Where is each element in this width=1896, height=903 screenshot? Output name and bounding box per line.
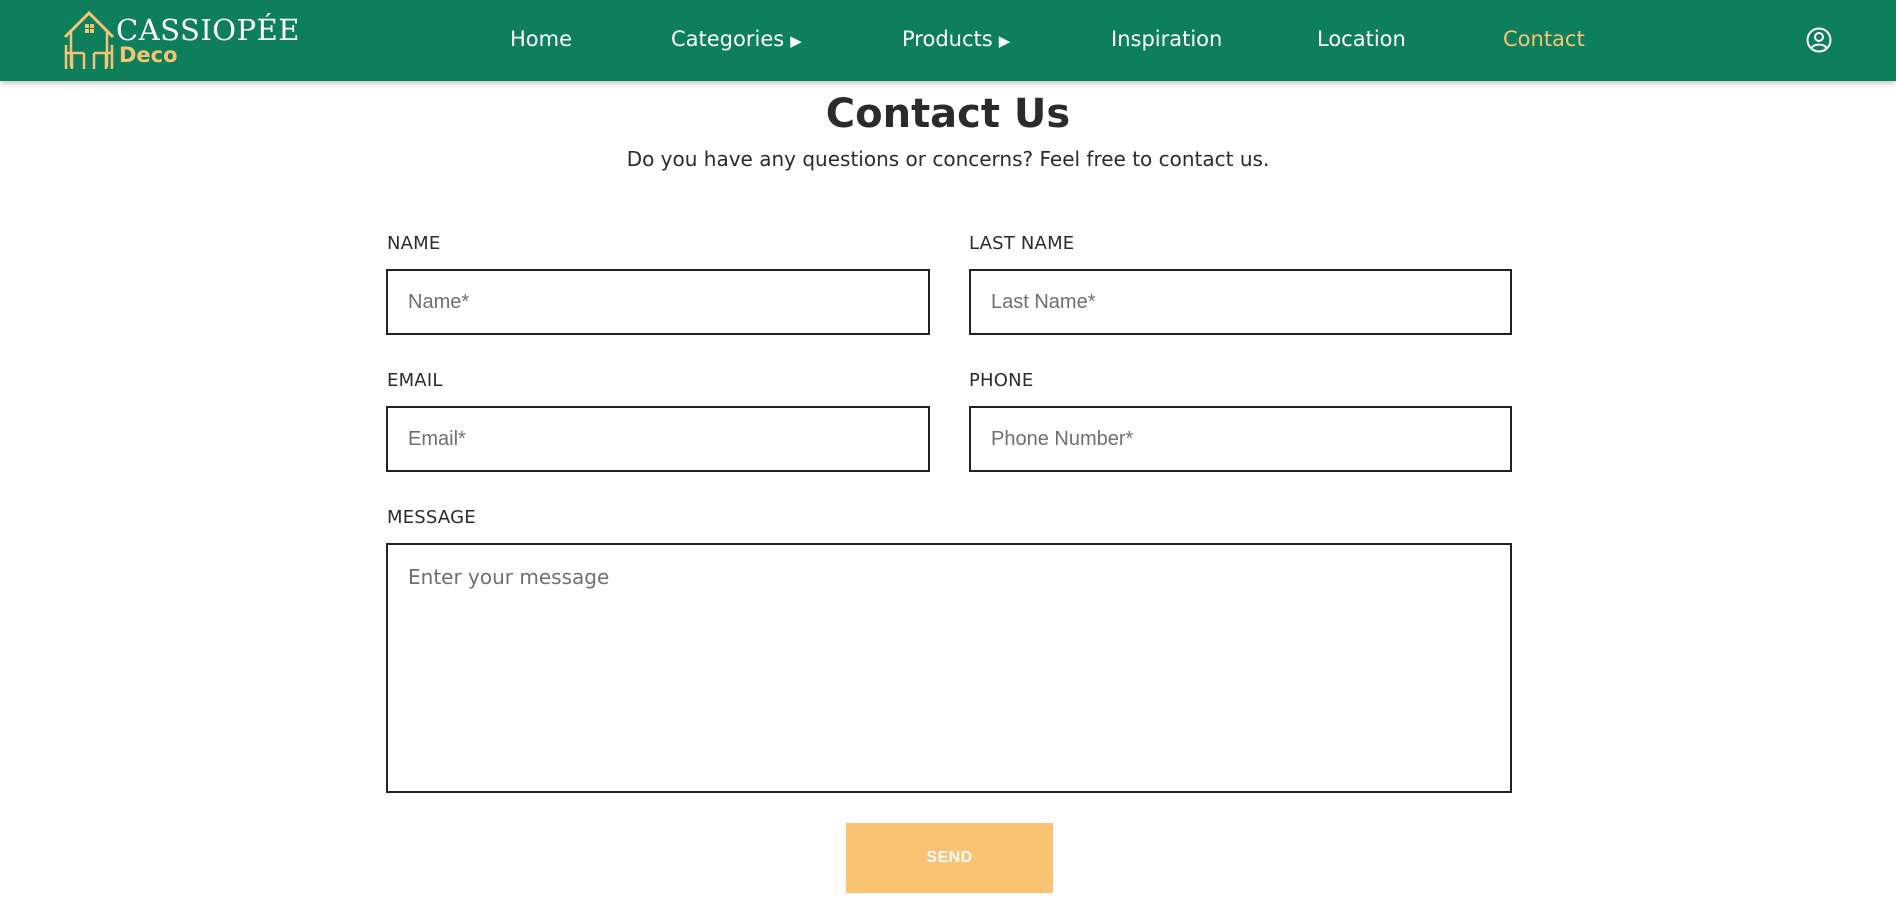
nav-item-label: Inspiration (1111, 27, 1223, 51)
email-input[interactable] (386, 406, 930, 472)
phone-label: PHONE (969, 370, 1034, 391)
brand-name: CASSIOPÉE (116, 13, 300, 47)
nav-item-label: Contact (1503, 27, 1585, 51)
message-textarea[interactable] (386, 543, 1512, 793)
phone-input[interactable] (969, 406, 1512, 472)
name-label: NAME (387, 233, 441, 254)
nav-item-contact[interactable]: Contact (1503, 0, 1585, 81)
page-subtitle: Do you have any questions or concerns? F… (626, 147, 1270, 171)
brand-logo[interactable]: CASSIOPÉE Deco (62, 9, 299, 71)
brand-subtitle: Deco (119, 43, 178, 67)
message-label: MESSAGE (387, 507, 476, 528)
send-button[interactable]: SEND (846, 823, 1053, 893)
last-name-input[interactable] (969, 269, 1512, 335)
nav-item-home[interactable]: Home (510, 0, 572, 81)
nav-item-products[interactable]: Products ▶ (902, 0, 1010, 81)
nav-item-label: Products (902, 27, 993, 51)
top-navbar: CASSIOPÉE Deco Home Categories ▶ Products… (0, 0, 1896, 81)
page-title: Contact Us (825, 91, 1071, 137)
nav-item-inspiration[interactable]: Inspiration (1111, 0, 1222, 81)
nav-item-categories[interactable]: Categories ▶ (671, 0, 802, 81)
house-chairs-logo-icon (63, 10, 115, 69)
nav-item-label: Location (1317, 27, 1406, 51)
caret-right-icon: ▶ (790, 32, 802, 50)
nav-item-label: Home (510, 27, 573, 51)
name-input[interactable] (386, 269, 930, 335)
nav-item-location[interactable]: Location (1317, 0, 1406, 81)
email-label: EMAIL (387, 370, 443, 391)
nav-item-label: Categories (671, 27, 785, 51)
user-circle-icon[interactable] (1806, 27, 1832, 53)
last-name-label: LAST NAME (969, 233, 1075, 254)
caret-right-icon: ▶ (998, 32, 1011, 50)
